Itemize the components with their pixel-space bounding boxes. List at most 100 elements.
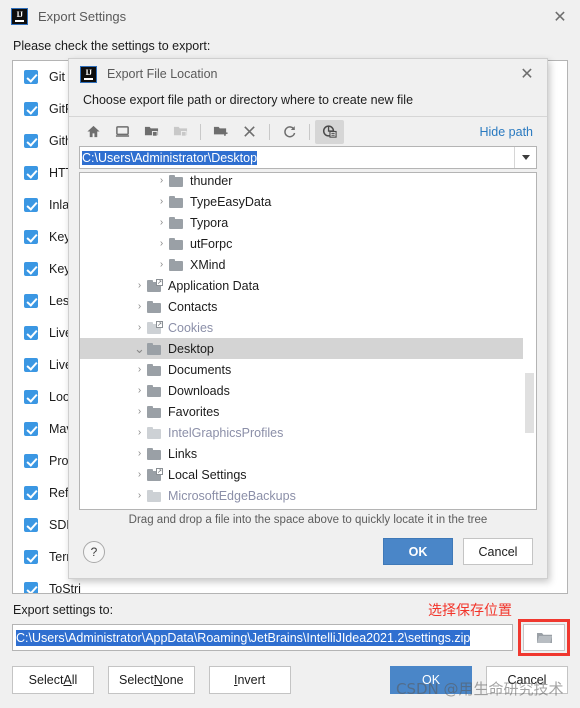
tree-row[interactable]: › XMind [80, 254, 536, 275]
chevron-right-icon[interactable]: › [132, 385, 147, 396]
checkbox-checked-icon[interactable] [24, 390, 38, 404]
chevron-right-icon[interactable]: › [132, 301, 147, 312]
folder-icon [147, 426, 162, 439]
logo-text: IJ [16, 10, 23, 19]
checkbox-checked-icon[interactable] [24, 486, 38, 500]
export-path-row: C:\Users\Administrator\AppData\Roaming\J… [0, 619, 580, 656]
outer-titlebar: IJ Export Settings ✕ [0, 0, 580, 33]
inner-cancel-button[interactable]: Cancel [463, 538, 533, 565]
tree-row[interactable]: › utForpc [80, 233, 536, 254]
checkbox-checked-icon[interactable] [24, 102, 38, 116]
checkbox-checked-icon[interactable] [24, 550, 38, 564]
module-folder-icon [166, 120, 195, 144]
tree-row[interactable]: ›Music [80, 506, 536, 511]
tree-row[interactable]: › Favorites [80, 401, 536, 422]
chevron-down-icon[interactable] [514, 147, 536, 168]
chevron-right-icon[interactable]: › [132, 490, 147, 501]
checkbox-checked-icon[interactable] [24, 166, 38, 180]
show-hidden-icon[interactable] [315, 119, 344, 144]
chevron-right-icon[interactable]: › [154, 175, 169, 186]
new-folder-icon[interactable] [206, 120, 235, 144]
chevron-right-icon[interactable]: › [132, 364, 147, 375]
tree-row[interactable]: › Links [80, 443, 536, 464]
hide-path-link[interactable]: Hide path [479, 125, 537, 139]
tree-row-label: Music [168, 510, 201, 511]
tree-row[interactable]: › Contacts [80, 296, 536, 317]
tree-scrollbar[interactable] [523, 173, 536, 509]
inner-dialog-title: Export File Location [107, 67, 218, 81]
folder-icon [147, 384, 162, 397]
select-none-button[interactable]: Select None [108, 666, 195, 694]
checkbox-checked-icon[interactable] [24, 70, 38, 84]
folder-icon [147, 342, 162, 355]
checkbox-checked-icon[interactable] [24, 230, 38, 244]
chevron-right-icon[interactable]: › [132, 427, 147, 438]
checkbox-checked-icon[interactable] [24, 294, 38, 308]
path-combo-row: C:\Users\Administrator\Desktop [69, 146, 547, 172]
desktop-icon[interactable] [108, 120, 137, 144]
checkbox-checked-icon[interactable] [24, 518, 38, 532]
tree-row[interactable]: › ↗ Application Data [80, 275, 536, 296]
browse-button[interactable] [523, 624, 565, 651]
close-icon[interactable]: ✕ [507, 58, 547, 91]
project-folder-icon[interactable] [137, 120, 166, 144]
outer-ok-button[interactable]: OK [390, 666, 472, 694]
chevron-right-icon[interactable]: › [154, 196, 169, 207]
folder-icon [147, 447, 162, 460]
chevron-right-icon[interactable]: › [132, 448, 147, 459]
checkbox-checked-icon[interactable] [24, 134, 38, 148]
tree-row[interactable]: › Downloads [80, 380, 536, 401]
close-icon[interactable]: ✕ [540, 0, 580, 33]
select-all-pre: Select [28, 673, 64, 687]
chevron-right-icon[interactable]: › [132, 406, 147, 417]
checkbox-checked-icon[interactable] [24, 262, 38, 276]
checkbox-checked-icon[interactable] [24, 358, 38, 372]
folder-icon: ↗ [147, 467, 163, 481]
home-icon[interactable] [79, 120, 108, 144]
checkbox-checked-icon[interactable] [24, 326, 38, 340]
tree-row[interactable]: › TypeEasyData [80, 191, 536, 212]
tree-row-label: Typora [190, 215, 229, 230]
tree-scrollbar-thumb[interactable] [525, 373, 534, 433]
tree-row-label: Cookies [168, 320, 214, 335]
chevron-right-icon[interactable]: › [132, 280, 147, 291]
tree-row-label: Downloads [168, 383, 230, 398]
refresh-icon[interactable] [275, 120, 304, 144]
checkbox-checked-icon[interactable] [24, 198, 38, 212]
tree-row[interactable]: › Documents [80, 359, 536, 380]
drag-drop-hint: Drag and drop a file into the space abov… [128, 514, 488, 526]
tree-row[interactable]: › Typora [80, 212, 536, 233]
chevron-right-icon[interactable]: › [132, 469, 147, 480]
path-combobox-text[interactable]: C:\Users\Administrator\Desktop [80, 150, 514, 165]
tree-row[interactable]: › thunder [80, 173, 536, 191]
inner-ok-button[interactable]: OK [383, 538, 453, 565]
tree-row[interactable]: › ↗ Local Settings [80, 464, 536, 485]
tree-row[interactable]: › IntelGraphicsProfiles [80, 422, 536, 443]
checkbox-checked-icon[interactable] [24, 454, 38, 468]
checkbox-checked-icon[interactable] [24, 582, 38, 593]
tree-row-label: Contacts [168, 299, 218, 314]
tree-row[interactable]: › MicrosoftEdgeBackups [80, 485, 536, 506]
path-combobox[interactable]: C:\Users\Administrator\Desktop [79, 146, 537, 169]
chevron-right-icon[interactable]: › [154, 238, 169, 249]
intellij-logo-icon: IJ [80, 65, 97, 83]
folder-icon [147, 489, 162, 502]
chevron-down-icon[interactable]: ⌄ [132, 342, 147, 355]
tree-row[interactable]: › ↗ Cookies [80, 317, 536, 338]
file-tree[interactable]: › thunder › TypeEasyData › Typora › utForpc › XMi… [79, 172, 537, 510]
select-none-mnemonic: N [153, 673, 163, 687]
chevron-right-icon[interactable]: › [154, 217, 169, 228]
chevron-right-icon[interactable]: › [132, 322, 147, 333]
chevron-right-icon[interactable]: › [154, 259, 169, 270]
select-all-button[interactable]: Select All [12, 666, 94, 694]
select-all-post: ll [71, 673, 78, 687]
outer-cancel-button[interactable]: Cancel [486, 666, 568, 694]
outer-button-bar: Select All Select None Invert OK Cancel [0, 653, 580, 708]
folder-body [169, 197, 183, 208]
checkbox-checked-icon[interactable] [24, 422, 38, 436]
invert-button[interactable]: Invert [208, 666, 291, 694]
tree-row[interactable]: ⌄ Desktop [80, 338, 536, 359]
export-path-input[interactable]: C:\Users\Administrator\AppData\Roaming\J… [12, 624, 513, 651]
help-button[interactable]: ? [83, 540, 105, 563]
delete-icon[interactable] [235, 120, 264, 144]
